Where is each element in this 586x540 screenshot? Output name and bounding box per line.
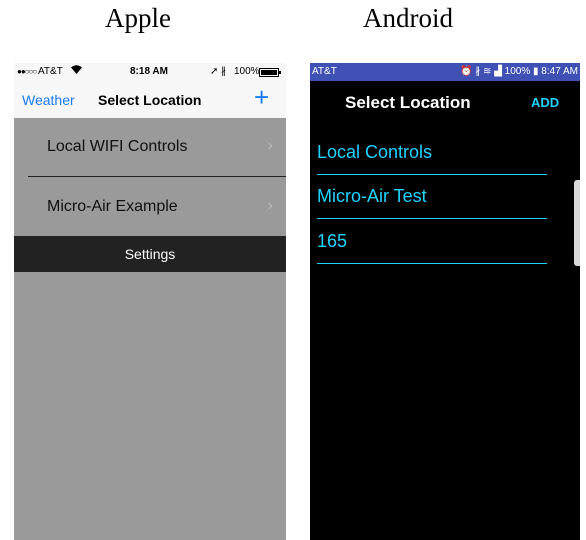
android-status-bar: AT&T ⏰ ∦ ≋ ▟ 100% ▮ 8:47 AM	[310, 63, 580, 81]
ios-screen: ●●○○○ AT&T 8:18 AM ➚ ∦ 100% Weather Sele…	[14, 63, 286, 540]
chevron-right-icon: ›	[267, 137, 273, 154]
apple-heading: Apple	[105, 3, 171, 33]
add-location-button[interactable]: +	[254, 84, 269, 110]
add-location-button[interactable]: ADD	[531, 95, 559, 110]
page-title: Select Location	[98, 92, 202, 108]
settings-button[interactable]: Settings	[14, 236, 286, 272]
status-time: 8:18 AM	[130, 66, 168, 77]
location-item-label: Micro-Air Test	[317, 186, 427, 206]
back-button[interactable]: Weather	[22, 92, 75, 108]
page-title: Select Location	[345, 93, 471, 112]
battery-icon	[259, 68, 281, 77]
ios-nav-bar: Weather Select Location +	[14, 83, 286, 118]
android-heading: Android	[363, 3, 453, 33]
ios-status-bar: ●●○○○ AT&T 8:18 AM ➚ ∦ 100%	[14, 63, 286, 83]
wifi-icon	[71, 65, 82, 77]
location-row[interactable]: Micro-Air Example ›	[14, 179, 286, 236]
scroll-handle[interactable]	[574, 180, 580, 266]
battery-percent: 100%	[234, 66, 260, 77]
location-list-item[interactable]: Local Controls	[317, 131, 547, 175]
chevron-right-icon: ›	[267, 197, 273, 214]
location-row-label: Micro-Air Example	[47, 198, 178, 215]
location-item-label: Local Controls	[317, 142, 433, 162]
location-list-item[interactable]: 165	[317, 220, 547, 264]
bluetooth-icon: ∦	[221, 66, 226, 77]
location-row[interactable]: Local WIFI Controls ›	[14, 119, 286, 176]
android-screen: AT&T ⏰ ∦ ≋ ▟ 100% ▮ 8:47 AM Select Locat…	[310, 63, 580, 540]
row-divider	[28, 176, 286, 177]
status-icons: ⏰ ∦ ≋ ▟ 100% ▮ 8:47 AM	[460, 66, 578, 77]
carrier-label: AT&T	[38, 66, 63, 77]
signal-strength-icon: ●●○○○	[17, 67, 37, 76]
carrier-label: AT&T	[312, 66, 337, 77]
location-row-label: Local WIFI Controls	[47, 138, 188, 155]
location-item-label: 165	[317, 231, 348, 251]
location-arrow-icon: ➚	[210, 66, 219, 77]
location-list-item[interactable]: Micro-Air Test	[317, 175, 547, 219]
